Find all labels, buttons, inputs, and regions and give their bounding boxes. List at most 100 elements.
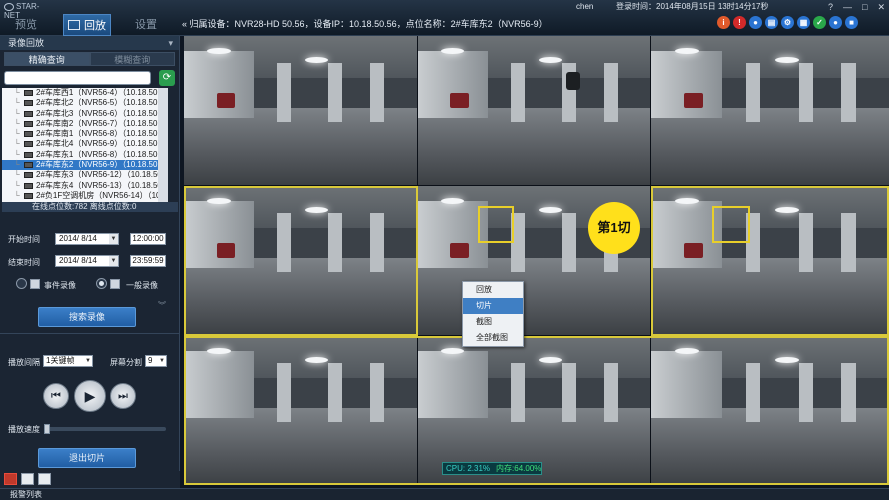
play-icon: ▶ [84,388,96,404]
camera-view[interactable] [651,186,889,335]
search-tab-icon[interactable] [21,473,34,485]
device-list-scrollbar[interactable] [158,88,168,210]
play-interval-select[interactable]: 1关键帧 ▼ [43,355,93,367]
camera-view[interactable] [418,36,650,185]
collapse-icon[interactable]: ▾ [168,36,173,50]
ceiling-light [674,47,699,54]
minimize-button[interactable]: — [843,2,852,13]
pillar [561,362,576,423]
alarm-icon[interactable]: ! [733,16,746,29]
pillar [277,62,292,123]
screen-split-label: 屏幕分割 [110,358,142,367]
tree-line-icon: └ [14,170,20,180]
user-icon[interactable]: ● [829,16,842,29]
help-button[interactable]: ? [828,2,833,13]
search-input[interactable] [4,71,151,85]
nav-tab-settings[interactable]: 设置 [124,14,168,36]
tree-line-icon: └ [14,118,20,128]
search-row: ⟳ [4,70,175,86]
screen-split-select[interactable]: 9 ▼ [145,355,167,367]
pillar [603,62,618,123]
camera-view[interactable] [184,36,417,185]
device-item[interactable]: └ 2#车库南2（NVR56-7）（10.18.50.5 [2,119,168,129]
sidebar-title: 录像回放 ▾ [0,36,179,50]
dropdown-arrow-icon: ▼ [85,358,91,364]
camera-view[interactable] [184,336,417,485]
camera-view[interactable] [651,36,889,185]
camera-icon [24,172,33,179]
nav-tab-preview[interactable]: 预览 [4,14,48,36]
pillar [798,62,813,123]
device-item[interactable]: └ 2#车库西1（NVR56-4）（10.18.50.5 [2,88,168,98]
tree-line-icon: └ [14,98,20,108]
device-item[interactable]: └ 2#车库北4（NVR56-9）（10.18.50.5 [2,139,168,149]
wall [184,350,254,418]
cpu-usage: CPU: 2.31% [446,464,491,473]
login-time: 登录时间：2014年08月15日 13时14分17秒 [616,2,769,11]
expand-chevron-icon[interactable]: ︾ [158,300,166,311]
parked-car [684,242,704,258]
play-button[interactable]: ▶ [74,380,106,412]
device-item[interactable]: └ 2#车库东1（NVR56-8）（10.18.50.5 [2,150,168,160]
camera-icon [24,151,33,158]
maximize-button[interactable]: □ [862,2,867,13]
alarm-list-bar[interactable]: 报警列表 [0,488,889,500]
parked-car [216,92,236,108]
start-date-picker[interactable]: 2014/ 8/14 ▼ [55,233,119,245]
pillar [841,62,856,123]
play-speed-label: 播放速度 [8,425,40,434]
device-item[interactable]: └ 2#车库北3（NVR56-6）（10.18.50.5 [2,109,168,119]
check-icon[interactable]: ✓ [813,16,826,29]
pillar [510,362,525,423]
end-time-input[interactable]: 23:59:59 [130,255,166,267]
nav-tab-playback[interactable]: 回放 [63,14,111,36]
wall [418,50,488,118]
ceiling-light [207,197,231,204]
event-record-radio[interactable] [16,278,27,289]
end-date-picker[interactable]: 2014/ 8/14 ▼ [55,255,119,267]
device-item[interactable]: └ 2#车库东2（NVR56-9）（10.18.50.5 [2,160,168,171]
device-item[interactable]: └ 2#车库南1（NVR56-8）（10.18.50.5 [2,129,168,139]
info-icon[interactable]: i [717,16,730,29]
tab-fuzzy-query[interactable]: 模糊查询 [89,52,175,66]
video-tab-icon[interactable] [4,473,17,485]
context-menu-item[interactable]: 回放 [463,282,523,298]
device-item[interactable]: └ 2#车库东4（NVR56-13）（10.18.50. [2,181,168,191]
previous-button[interactable]: ⏮ [43,383,69,409]
context-menu-item[interactable]: 切片 [463,298,523,314]
normal-record-checkbox[interactable] [110,279,120,289]
next-button[interactable]: ⏭ [110,383,136,409]
camera-tab-icon[interactable] [38,473,51,485]
monitor-icon[interactable]: ▤ [765,16,778,29]
grid-icon[interactable]: ▦ [797,16,810,29]
location-icon[interactable]: ● [749,16,762,29]
normal-record-radio[interactable] [96,278,107,289]
tab-exact-query[interactable]: 精确查询 [4,52,90,66]
context-menu-item[interactable]: 截图 [463,314,523,330]
device-item[interactable]: └ 2#负1F空调机房（NVR56-14）（10.1 [2,191,168,201]
detection-zone [712,206,750,243]
search-record-button[interactable]: 搜索录像 [38,307,136,327]
close-button[interactable]: ✕ [877,2,885,13]
start-time-input[interactable]: 12:00:00 [130,233,166,245]
camera-view[interactable] [651,336,889,485]
camera-icon [24,182,33,189]
context-menu-item[interactable]: 全部截图 [463,330,523,346]
tree-line-icon: └ [14,180,20,190]
video-grid [184,36,889,485]
ceiling-light [674,197,699,204]
event-record-label: 事件录像 [44,281,76,290]
play-speed-slider-thumb[interactable] [44,424,50,434]
device-item[interactable]: └ 2#车库北2（NVR56-5）（10.18.50.5 [2,98,168,108]
gear-icon[interactable]: ⚙ [781,16,794,29]
lock-icon[interactable]: ■ [845,16,858,29]
query-tabs: 精确查询 模糊查询 [4,52,175,66]
camera-view[interactable] [184,186,417,335]
device-item[interactable]: └ 2#车库东3（NVR56-12）（10.18.50. [2,170,168,180]
exit-clip-button[interactable]: 退出切片 [38,448,136,468]
play-speed-slider[interactable] [44,427,166,431]
event-record-checkbox[interactable] [30,279,40,289]
pillar [328,62,343,123]
pillar [603,362,618,423]
refresh-button[interactable]: ⟳ [159,70,175,86]
